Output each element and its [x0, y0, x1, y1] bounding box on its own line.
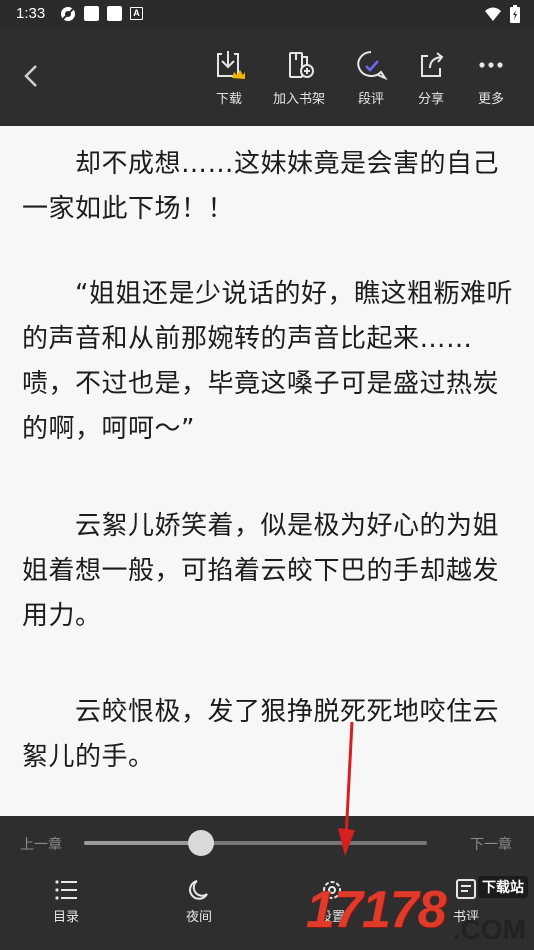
share-button[interactable]: 分享: [401, 48, 461, 112]
share-label: 分享: [417, 92, 444, 107]
toc-tab[interactable]: 目录: [26, 878, 106, 925]
slider-fill: [84, 841, 201, 845]
status-time: 1:33: [16, 5, 46, 22]
add-to-shelf-label: 加入书架: [272, 92, 325, 107]
notification-icon: [107, 6, 122, 21]
more-button[interactable]: 更多: [461, 48, 521, 112]
chapter-progress-slider[interactable]: [84, 830, 427, 856]
comment-icon: [357, 51, 388, 81]
paragraph: “姐姐还是少说话的好，瞧这粗粝难听的声音和从前那婉转的声音比起来……啧，不过也是…: [22, 279, 513, 444]
site-watermark: 17178 下载站 .COM: [306, 874, 532, 948]
paragraph: 云絮儿娇笑着，似是极为好心的为姐姐着想一般，可掐着云皎下巴的手却越发用力。: [22, 511, 500, 631]
paragraph: 却不成想……这妹妹竟是会害的自己一家如此下场！！: [22, 149, 500, 224]
reading-content[interactable]: 却不成想……这妹妹竟是会害的自己一家如此下场！！ “姐姐还是少说话的好，瞧这粗粝…: [0, 126, 534, 816]
battery-icon: [510, 5, 520, 23]
reader-toolbar: 下载 加入书架 段评 分享 更多: [0, 28, 534, 126]
paragraph: 云皎恨极，发了狠挣脱死死地咬住云絮儿的手。: [22, 697, 500, 772]
sync-icon: [61, 7, 75, 21]
status-bar: 1:33 A: [0, 0, 534, 28]
night-mode-tab[interactable]: 夜间: [159, 878, 239, 925]
toc-label: 目录: [52, 910, 79, 925]
watermark-badge: 下载站: [478, 876, 528, 898]
prev-chapter-button[interactable]: 上一章: [20, 834, 62, 854]
add-bookshelf-icon: [289, 52, 314, 78]
download-button[interactable]: 下载: [199, 48, 259, 112]
notification-icon: [84, 6, 99, 21]
add-to-shelf-button[interactable]: 加入书架: [269, 48, 329, 112]
download-icon: [217, 51, 245, 79]
app-notification-icon: A: [130, 7, 143, 20]
moon-icon: [189, 880, 208, 900]
paragraph-comments-label: 段评: [357, 92, 384, 107]
watermark-domain: .COM: [452, 914, 526, 945]
status-system-icons: [484, 5, 520, 23]
share-icon: [421, 52, 444, 77]
chevron-left-icon: [24, 65, 37, 87]
slider-thumb[interactable]: [187, 830, 214, 856]
list-icon: [55, 880, 77, 900]
wifi-icon: [485, 7, 501, 21]
status-notification-icons: A: [60, 6, 143, 22]
next-chapter-button[interactable]: 下一章: [470, 834, 512, 854]
more-dots-icon: [479, 62, 503, 68]
night-mode-label: 夜间: [185, 910, 212, 925]
download-label: 下载: [215, 92, 242, 107]
annotation-arrow: [338, 721, 355, 856]
watermark-number: 17178: [306, 881, 447, 939]
paragraph-comments-button[interactable]: 段评: [341, 48, 401, 112]
back-button[interactable]: [18, 58, 48, 94]
more-label: 更多: [477, 92, 504, 107]
